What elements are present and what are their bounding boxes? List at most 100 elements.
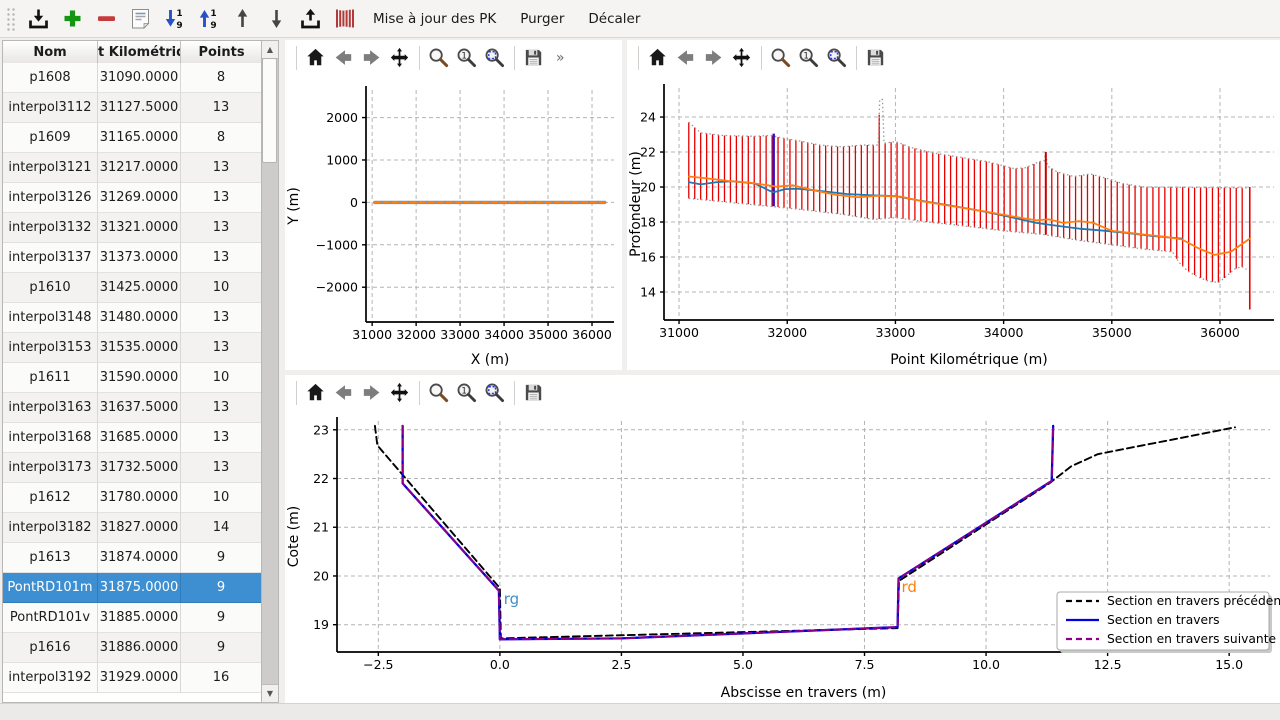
table-cell: 9 bbox=[181, 573, 262, 603]
sort-ascending-icon: 19 bbox=[196, 6, 221, 31]
table-row[interactable]: interpol312631269.000013 bbox=[3, 183, 262, 213]
table-row[interactable]: interpol318231827.000014 bbox=[3, 513, 262, 543]
table-row[interactable]: interpol314831480.000013 bbox=[3, 303, 262, 333]
table-row-selected[interactable]: PontRD101m31875.00009 bbox=[3, 573, 262, 603]
table-row[interactable]: interpol319231929.000016 bbox=[3, 663, 262, 693]
scroll-down-arrow-icon[interactable]: ▼ bbox=[262, 684, 278, 702]
x-tick-label: 35000 bbox=[1092, 325, 1132, 340]
forward-icon-button[interactable] bbox=[358, 379, 386, 407]
zoom-fit-icon-button[interactable] bbox=[481, 44, 509, 72]
profile-chart[interactable]: 3100032000330003400035000360001416182022… bbox=[627, 76, 1280, 370]
table-cell: 13 bbox=[181, 183, 262, 213]
table-scrollbar[interactable]: ▲ ▼ bbox=[261, 41, 278, 702]
forward-icon-button[interactable] bbox=[358, 44, 386, 72]
table-row[interactable]: interpol311231127.500013 bbox=[3, 93, 262, 123]
table-cell: 13 bbox=[181, 333, 262, 363]
export-icon-button[interactable] bbox=[295, 4, 325, 34]
back-icon bbox=[332, 381, 356, 405]
table-row[interactable]: p161131590.000010 bbox=[3, 363, 262, 393]
table-row[interactable]: p161231780.000010 bbox=[3, 483, 262, 513]
import-icon bbox=[26, 6, 51, 31]
zoom-icon-button[interactable] bbox=[425, 379, 453, 407]
save-icon-button[interactable] bbox=[520, 379, 548, 407]
table-row[interactable]: interpol316831685.000013 bbox=[3, 423, 262, 453]
cross-section-chart[interactable]: rgrd−2.50.02.55.07.510.012.515.019202122… bbox=[285, 411, 1280, 703]
save-icon-button[interactable] bbox=[520, 44, 548, 72]
move-down-icon-button[interactable] bbox=[261, 4, 291, 34]
pan-icon-button[interactable] bbox=[386, 44, 414, 72]
home-icon-button[interactable] bbox=[302, 379, 330, 407]
table-row[interactable]: p161031425.000010 bbox=[3, 273, 262, 303]
shift-button[interactable]: Décaler bbox=[578, 5, 650, 33]
zoom-one-icon-button[interactable]: 1 bbox=[453, 379, 481, 407]
table-cell: 31885.0000 bbox=[98, 603, 181, 633]
plan-plot-toolbar: 1» bbox=[285, 40, 622, 76]
column-header-nom[interactable]: Nom bbox=[3, 41, 98, 63]
x-tick-label: 31000 bbox=[352, 327, 392, 342]
table-row[interactable]: p160931165.00008 bbox=[3, 123, 262, 153]
table-cell: 13 bbox=[181, 213, 262, 243]
zoom-icon-button[interactable] bbox=[425, 44, 453, 72]
table-cell: interpol3148 bbox=[3, 303, 98, 333]
table-row[interactable]: interpol312131217.000013 bbox=[3, 153, 262, 183]
table-row[interactable]: p161331874.00009 bbox=[3, 543, 262, 573]
table-cell: 10 bbox=[181, 273, 262, 303]
table-row[interactable]: interpol317331732.500013 bbox=[3, 453, 262, 483]
table-cell: interpol3182 bbox=[3, 513, 98, 543]
table-row[interactable]: interpol315331535.000013 bbox=[3, 333, 262, 363]
update-pk-button[interactable]: Mise à jour des PK bbox=[363, 5, 506, 33]
table-cell: 31127.5000 bbox=[98, 93, 181, 123]
forward-icon-button[interactable] bbox=[700, 44, 728, 72]
sections-icon-button[interactable] bbox=[329, 4, 359, 34]
zoom-icon-button[interactable] bbox=[767, 44, 795, 72]
table-cell: 14 bbox=[181, 513, 262, 543]
table-cell: 31535.0000 bbox=[98, 333, 181, 363]
table-scrollbar-thumb[interactable] bbox=[262, 58, 277, 163]
zoom-fit-icon-button[interactable] bbox=[823, 44, 851, 72]
sort-descending-icon-button[interactable]: 19 bbox=[159, 4, 189, 34]
move-up-icon-button[interactable] bbox=[227, 4, 257, 34]
y-tick-label: 20 bbox=[313, 568, 329, 583]
table-cell: p1610 bbox=[3, 273, 98, 303]
table-cell: 31321.0000 bbox=[98, 213, 181, 243]
toolbar-separator bbox=[296, 46, 297, 70]
pan-icon-button[interactable] bbox=[386, 379, 414, 407]
table-row[interactable]: p161631886.00009 bbox=[3, 633, 262, 663]
toolbar-grip[interactable] bbox=[5, 6, 15, 32]
table-row[interactable]: interpol313731373.000013 bbox=[3, 243, 262, 273]
toolbar-separator bbox=[296, 381, 297, 405]
zoom-one-icon-button[interactable]: 1 bbox=[453, 44, 481, 72]
note-icon bbox=[128, 6, 153, 31]
zoom-one-icon-button[interactable]: 1 bbox=[795, 44, 823, 72]
table-cell: p1612 bbox=[3, 483, 98, 513]
sort-ascending-icon-button[interactable]: 19 bbox=[193, 4, 223, 34]
table-row[interactable]: interpol316331637.500013 bbox=[3, 393, 262, 423]
back-icon-button[interactable] bbox=[330, 44, 358, 72]
zoom-icon bbox=[769, 46, 793, 70]
zoom-fit-icon-button[interactable] bbox=[481, 379, 509, 407]
table-row[interactable]: p160831090.00008 bbox=[3, 63, 262, 93]
save-icon bbox=[522, 46, 546, 70]
home-icon-button[interactable] bbox=[644, 44, 672, 72]
plan-chart[interactable]: 310003200033000340003500036000−2000−1000… bbox=[285, 76, 622, 370]
table-cell: 13 bbox=[181, 93, 262, 123]
toolbar-overflow-chevron[interactable]: » bbox=[556, 50, 565, 66]
column-header-points[interactable]: Points bbox=[181, 41, 263, 63]
back-icon-button[interactable] bbox=[672, 44, 700, 72]
pan-icon-button[interactable] bbox=[728, 44, 756, 72]
remove-icon-button[interactable] bbox=[91, 4, 121, 34]
purge-button[interactable]: Purger bbox=[510, 5, 574, 33]
back-icon-button[interactable] bbox=[330, 379, 358, 407]
status-bar bbox=[0, 703, 1280, 720]
scroll-up-arrow-icon[interactable]: ▲ bbox=[262, 41, 278, 59]
back-icon bbox=[332, 46, 356, 70]
import-icon-button[interactable] bbox=[23, 4, 53, 34]
add-icon-button[interactable] bbox=[57, 4, 87, 34]
table-row[interactable]: interpol313231321.000013 bbox=[3, 213, 262, 243]
table-row[interactable]: PontRD101v31885.00009 bbox=[3, 603, 262, 633]
home-icon-button[interactable] bbox=[302, 44, 330, 72]
note-icon-button[interactable] bbox=[125, 4, 155, 34]
chart-legend: Section en travers précédenteSection en … bbox=[1057, 592, 1280, 653]
column-header-point-kilometrique[interactable]: t Kilométrique bbox=[98, 41, 181, 63]
save-icon-button[interactable] bbox=[862, 44, 890, 72]
